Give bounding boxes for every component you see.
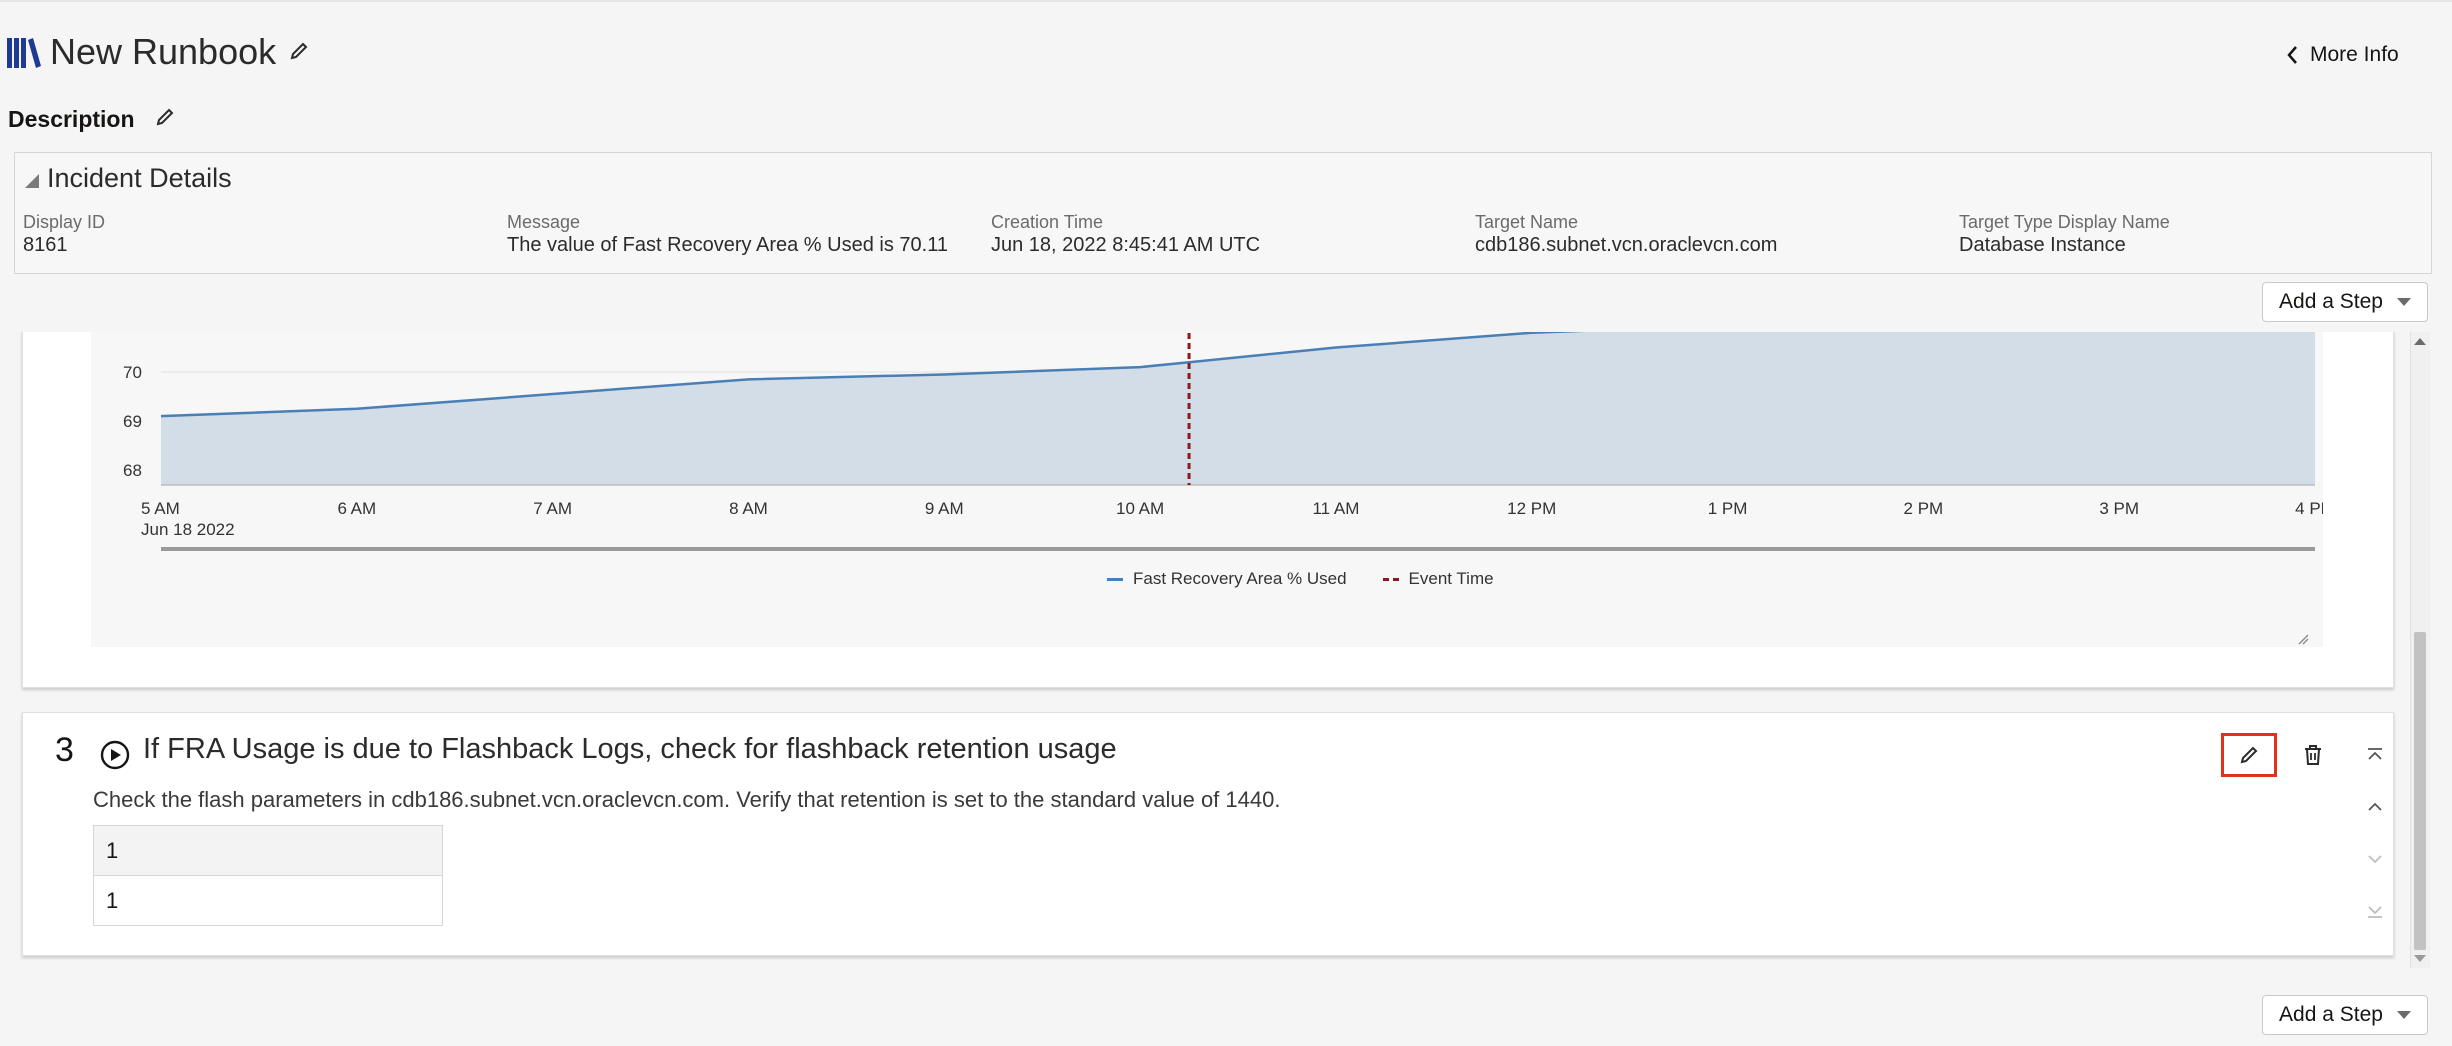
pencil-icon (2240, 746, 2258, 764)
legend-dash-swatch (1382, 577, 1399, 581)
table-header-cell: 1 (93, 825, 443, 876)
legend-label: Event Time (1408, 569, 1494, 588)
step-3-card: 3 If FRA Usage is due to Flashback Logs,… (22, 712, 2394, 956)
move-top-icon (2368, 748, 2382, 760)
field-label: Message (507, 212, 581, 232)
steps-scroll-area: 68 69 70 71 5 AM 6 AM 7 AM 8 AM 9 AM 10 AM 11 AM 12… (0, 332, 2432, 968)
x-tick-label: 6 AM (337, 499, 376, 518)
move-up-button[interactable] (2353, 787, 2397, 827)
runbook-logo-icon (7, 38, 41, 68)
table-row: 1 (94, 876, 443, 926)
x-tick-label: 12 PM (1507, 499, 1556, 518)
x-tick-label: 2 PM (1904, 499, 1944, 518)
add-step-label: Add a Step (2279, 1003, 2383, 1026)
legend-item-event-time[interactable]: Event Time (1382, 569, 1494, 589)
chevron-left-icon (2287, 46, 2297, 64)
incident-details-toggle[interactable]: Incident Details (25, 163, 232, 194)
field-value: Database Instance (1959, 234, 2126, 256)
scroll-up-arrow-icon[interactable] (2414, 338, 2426, 345)
field-display-id: Display ID 8161 (23, 211, 105, 257)
legend-item-fra[interactable]: Fast Recovery Area % Used (1107, 569, 1347, 589)
step-number: 3 (55, 731, 74, 769)
field-target-type: Target Type Display Name Database Instan… (1959, 211, 2170, 257)
add-step-button-bottom[interactable]: Add a Step (2262, 995, 2428, 1035)
field-value: Jun 18, 2022 8:45:41 AM UTC (991, 234, 1261, 256)
y-tick-label: 70 (123, 363, 142, 382)
resize-handle-icon[interactable] (2297, 633, 2309, 645)
caret-down-icon (2396, 298, 2411, 306)
field-message: Message The value of Fast Recovery Area … (507, 211, 948, 257)
scroll-down-arrow-icon[interactable] (2414, 955, 2426, 962)
x-tick-label: 10 AM (1116, 499, 1164, 518)
run-step-play-icon[interactable] (99, 739, 131, 771)
caret-down-icon (2396, 1011, 2411, 1019)
x-tick-label: 5 AM (141, 499, 180, 518)
field-label: Creation Time (991, 212, 1104, 232)
top-border (0, 0, 2452, 2)
x-tick-label: 7 AM (533, 499, 572, 518)
delete-step-button[interactable] (2291, 733, 2335, 777)
field-label: Display ID (23, 212, 106, 232)
table-cell: 1 (106, 887, 119, 913)
more-info-label: More Info (2310, 43, 2399, 66)
step-description: Check the flash parameters in cdb186.sub… (93, 787, 1281, 812)
x-tick-label: 4 PM (2295, 499, 2323, 518)
scrollbar-divider (2410, 332, 2411, 968)
edit-step-button[interactable] (2221, 733, 2277, 777)
x-tick-label: 11 AM (1312, 499, 1359, 518)
field-value: cdb186.subnet.vcn.oraclevcn.com (1475, 234, 1778, 256)
chevron-down-icon (2368, 855, 2382, 864)
x-date-label: Jun 18 2022 (141, 520, 235, 539)
move-bottom-icon (2368, 906, 2382, 918)
add-step-button[interactable]: Add a Step (2262, 282, 2428, 322)
chart-legend: Fast Recovery Area % Used Event Time (1107, 569, 1530, 589)
page-title: New Runbook (50, 31, 277, 72)
field-label: Target Name (1475, 212, 1579, 232)
incident-details-panel: Incident Details Display ID 8161 Message… (14, 152, 2432, 274)
table-header-row: 1 (93, 825, 443, 876)
description-label: Description (8, 106, 135, 132)
step-title: If FRA Usage is due to Flashback Logs, c… (143, 733, 1117, 765)
move-to-top-button[interactable] (2353, 735, 2397, 775)
field-value: The value of Fast Recovery Area % Used i… (507, 234, 948, 256)
vertical-scrollbar[interactable] (2410, 332, 2430, 968)
series-area-fra (161, 332, 2315, 485)
field-creation-time: Creation Time Jun 18, 2022 8:45:41 AM UT… (991, 211, 1260, 257)
x-tick-label: 9 AM (925, 499, 964, 518)
edit-description-pencil-icon[interactable] (154, 106, 176, 128)
y-tick-label: 69 (123, 412, 142, 431)
step-2-chart-card: 68 69 70 71 5 AM 6 AM 7 AM 8 AM 9 AM 10 AM 11 AM 12… (22, 332, 2394, 688)
trash-icon (2305, 745, 2321, 765)
legend-line-swatch (1107, 577, 1123, 581)
field-value: 8161 (23, 234, 68, 256)
y-tick-label: 68 (123, 461, 142, 480)
move-to-bottom-button[interactable] (2353, 891, 2397, 931)
x-tick-label: 3 PM (2099, 499, 2139, 518)
x-tick-label: 8 AM (729, 499, 768, 518)
fra-usage-chart: 68 69 70 71 5 AM 6 AM 7 AM 8 AM 9 AM 10 AM 11 AM 12… (91, 332, 2323, 647)
scrollbar-thumb[interactable] (2414, 632, 2426, 950)
edit-title-pencil-icon[interactable] (288, 40, 310, 62)
field-label: Target Type Display Name (1959, 212, 2170, 232)
step-result-table: 1 1 (93, 825, 443, 926)
chart-svg: 68 69 70 71 5 AM 6 AM 7 AM 8 AM 9 AM 10 AM 11 AM 12… (123, 332, 2323, 551)
x-tick-label: 1 PM (1708, 499, 1748, 518)
move-down-button[interactable] (2353, 839, 2397, 879)
legend-label: Fast Recovery Area % Used (1133, 569, 1347, 588)
incident-details-heading: Incident Details (47, 163, 232, 193)
incident-fields: Display ID 8161 Message The value of Fas… (23, 211, 2423, 271)
chevron-up-icon (2368, 802, 2382, 811)
add-step-label: Add a Step (2279, 290, 2383, 313)
y-tick-label: 71 (123, 332, 142, 333)
collapse-triangle-icon (25, 173, 39, 188)
field-target-name: Target Name cdb186.subnet.vcn.oraclevcn.… (1475, 211, 1777, 257)
more-info-button[interactable]: More Info (2286, 40, 2399, 70)
